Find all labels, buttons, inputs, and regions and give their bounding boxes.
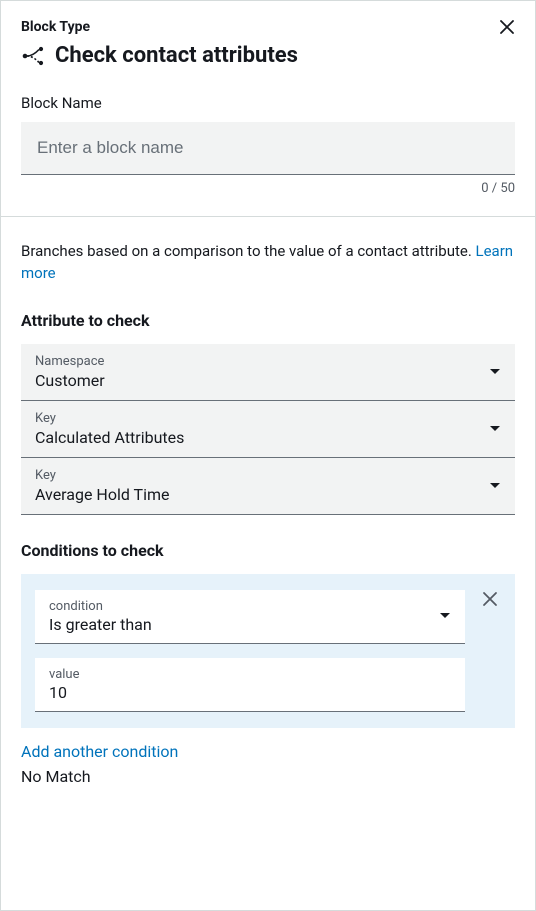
condition-select[interactable]: condition Is greater than [35, 590, 465, 644]
select-value: Average Hold Time [35, 485, 501, 504]
condition-value-input[interactable]: value 10 [35, 658, 465, 712]
block-name-label: Block Name [21, 94, 515, 112]
chevron-down-icon [489, 425, 501, 433]
remove-condition-button[interactable] [479, 588, 501, 610]
key-select-1[interactable]: Key Calculated Attributes [21, 401, 515, 458]
condition-value: Is greater than [49, 615, 451, 634]
select-label: Key [35, 411, 501, 426]
chevron-down-icon [439, 612, 451, 620]
attribute-heading: Attribute to check [21, 311, 515, 330]
block-name-input[interactable] [21, 122, 515, 175]
value-label: value [49, 667, 451, 682]
close-icon [498, 18, 516, 36]
block-name-section: Block Name 0 / 50 [1, 86, 535, 206]
attribute-select-group: Namespace Customer Key Calculated Attrib… [21, 344, 515, 515]
chevron-down-icon [489, 368, 501, 376]
block-type-label: Block Type [21, 19, 515, 35]
key-select-2[interactable]: Key Average Hold Time [21, 458, 515, 515]
conditions-heading: Conditions to check [21, 541, 515, 560]
select-label: Namespace [35, 354, 501, 369]
select-value: Customer [35, 371, 501, 390]
close-panel-button[interactable] [495, 15, 519, 39]
panel-header: Block Type Check contact attributes [1, 1, 535, 86]
namespace-select[interactable]: Namespace Customer [21, 344, 515, 401]
block-name-counter: 0 / 50 [21, 181, 515, 196]
block-description: Branches based on a comparison to the va… [21, 241, 515, 285]
panel-body: Branches based on a comparison to the va… [1, 217, 535, 796]
select-value: Calculated Attributes [35, 428, 501, 447]
value-value: 10 [49, 683, 451, 702]
close-icon [482, 591, 498, 607]
description-text: Branches based on a comparison to the va… [21, 242, 476, 260]
branches-icon [21, 46, 45, 66]
chevron-down-icon [489, 482, 501, 490]
add-condition-link[interactable]: Add another condition [21, 742, 515, 761]
condition-label: condition [49, 599, 451, 614]
condition-card: condition Is greater than value 10 [21, 574, 515, 728]
panel-title-row: Check contact attributes [21, 43, 515, 68]
select-label: Key [35, 468, 501, 483]
no-match-label: No Match [21, 767, 515, 786]
panel-title: Check contact attributes [55, 43, 298, 68]
